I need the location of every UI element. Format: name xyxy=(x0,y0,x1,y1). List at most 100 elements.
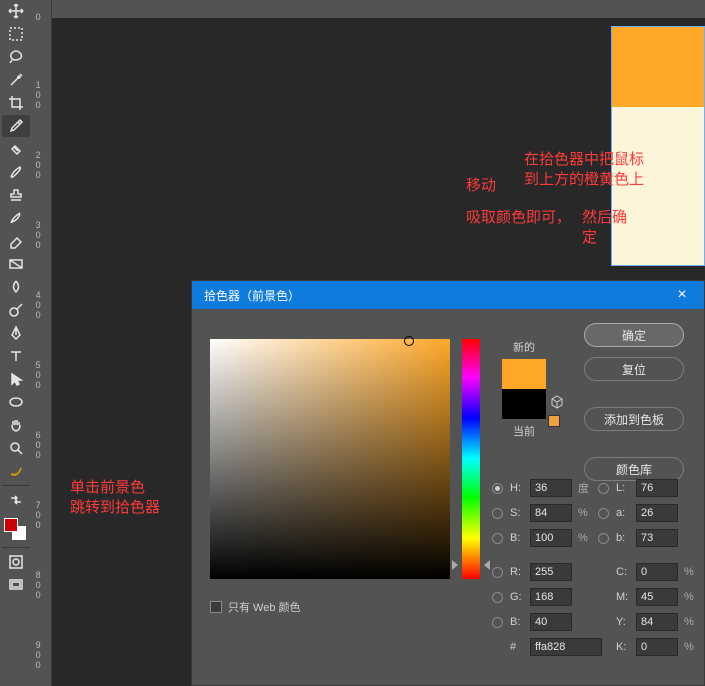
web-colors-only[interactable]: 只有 Web 颜色 xyxy=(210,599,301,615)
color-picker-title: 拾色器（前景色） xyxy=(204,287,300,304)
unit-M: % xyxy=(684,591,700,603)
swap-colors-icon[interactable] xyxy=(2,489,30,511)
reset-button[interactable]: 复位 xyxy=(584,357,684,381)
saturation-brightness-field[interactable] xyxy=(210,339,450,579)
hand-tool-icon[interactable] xyxy=(2,414,30,436)
annotation-instr-2: 到上方的橙黄色上 xyxy=(524,170,644,190)
cube-icon[interactable] xyxy=(550,395,564,409)
marquee-tool-icon[interactable] xyxy=(2,23,30,45)
label-R: R: xyxy=(510,566,526,578)
color-value-fields: H: 36 度 L: 76 S: 84 % a: 26 B: 100 % b: … xyxy=(492,479,692,656)
eraser-tool-icon[interactable] xyxy=(2,230,30,252)
wand-tool-icon[interactable] xyxy=(2,69,30,91)
unit-C: % xyxy=(684,566,700,578)
label-Brgb: B: xyxy=(510,616,526,628)
input-a[interactable]: 26 xyxy=(636,504,678,522)
radio-Bhsb[interactable] xyxy=(492,533,503,544)
radio-Brgb[interactable] xyxy=(492,617,503,628)
color-picker-titlebar[interactable]: 拾色器（前景色） × xyxy=(192,281,704,309)
screenmode-icon[interactable] xyxy=(2,574,30,596)
dodge-tool-icon[interactable] xyxy=(2,299,30,321)
crop-tool-icon[interactable] xyxy=(2,92,30,114)
radio-G[interactable] xyxy=(492,592,503,603)
input-Bhsb[interactable]: 100 xyxy=(530,529,572,547)
toolbar-separator xyxy=(2,547,30,548)
label-K: K: xyxy=(616,641,632,653)
input-G[interactable]: 168 xyxy=(530,588,572,606)
input-Y[interactable]: 84 xyxy=(636,613,678,631)
banana-tool-icon[interactable] xyxy=(2,460,30,482)
quickmask-icon[interactable] xyxy=(2,551,30,573)
brush-tool-icon[interactable] xyxy=(2,161,30,183)
picker-buttons: 确定 复位 添加到色板 颜色库 xyxy=(584,323,684,481)
annotation-instr-3: 吸取颜色即可， xyxy=(466,208,571,228)
label-C: C: xyxy=(616,566,632,578)
zoom-tool-icon[interactable] xyxy=(2,437,30,459)
toolbar-separator xyxy=(2,485,30,486)
gradient-tool-icon[interactable] xyxy=(2,253,30,275)
color-libraries-button[interactable]: 颜色库 xyxy=(584,457,684,481)
input-R[interactable]: 255 xyxy=(530,563,572,581)
annotation-foreground: 单击前景色 跳转到拾色器 xyxy=(70,478,160,519)
input-H[interactable]: 36 xyxy=(530,479,572,497)
unit-H: 度 xyxy=(578,480,594,496)
type-tool-icon[interactable] xyxy=(2,345,30,367)
new-color-swatch[interactable] xyxy=(502,359,546,389)
path-select-tool-icon[interactable] xyxy=(2,368,30,390)
close-icon[interactable]: × xyxy=(672,285,692,305)
label-Y: Y: xyxy=(616,616,632,628)
shape-tool-icon[interactable] xyxy=(2,391,30,413)
tools-panel xyxy=(0,0,32,686)
unit-Bhsb: % xyxy=(578,532,594,544)
input-Brgb[interactable]: 40 xyxy=(530,613,572,631)
sb-cursor-icon[interactable] xyxy=(404,336,414,346)
web-colors-checkbox[interactable] xyxy=(210,601,222,613)
label-hex: # xyxy=(510,641,526,653)
lasso-tool-icon[interactable] xyxy=(2,46,30,68)
blur-tool-icon[interactable] xyxy=(2,276,30,298)
unit-S: % xyxy=(578,507,594,519)
history-brush-tool-icon[interactable] xyxy=(2,207,30,229)
unit-Y: % xyxy=(684,616,700,628)
web-colors-label: 只有 Web 颜色 xyxy=(228,599,301,615)
radio-L[interactable] xyxy=(598,483,609,494)
input-K[interactable]: 0 xyxy=(636,638,678,656)
label-bLab: b: xyxy=(616,532,632,544)
annotation-instr-1: 在拾色器中把鼠标 xyxy=(524,150,644,170)
foreground-background-color[interactable] xyxy=(2,516,30,544)
input-S[interactable]: 84 xyxy=(530,504,572,522)
move-tool-icon[interactable] xyxy=(2,0,30,22)
stamp-tool-icon[interactable] xyxy=(2,184,30,206)
websafe-swatch[interactable] xyxy=(548,415,560,427)
foreground-color-swatch[interactable] xyxy=(4,518,18,532)
radio-S[interactable] xyxy=(492,508,503,519)
input-hex[interactable]: ffa828 xyxy=(530,638,602,656)
annotation-move: 移动 xyxy=(466,176,496,196)
input-L[interactable]: 76 xyxy=(636,479,678,497)
hue-slider[interactable] xyxy=(462,339,480,579)
current-color-label: 当前 xyxy=(494,423,554,439)
input-M[interactable]: 45 xyxy=(636,588,678,606)
orange-drip-graphic xyxy=(612,27,704,107)
label-L: L: xyxy=(616,482,632,494)
annotation-instr-4: 然后确 定 xyxy=(582,208,627,249)
ok-button[interactable]: 确定 xyxy=(584,323,684,347)
eyedropper-tool-icon[interactable] xyxy=(2,115,30,137)
current-color-swatch[interactable] xyxy=(502,389,546,419)
new-color-label: 新的 xyxy=(494,339,554,355)
label-M: M: xyxy=(616,591,632,603)
radio-H[interactable] xyxy=(492,483,503,494)
input-bLab[interactable]: 73 xyxy=(636,529,678,547)
add-swatch-button[interactable]: 添加到色板 xyxy=(584,407,684,431)
radio-bLab[interactable] xyxy=(598,533,609,544)
input-C[interactable]: 0 xyxy=(636,563,678,581)
label-a: a: xyxy=(616,507,632,519)
new-current-swatch: 新的 当前 xyxy=(494,339,554,439)
label-H: H: xyxy=(510,482,526,494)
unit-K: % xyxy=(684,641,700,653)
label-S: S: xyxy=(510,507,526,519)
pen-tool-icon[interactable] xyxy=(2,322,30,344)
healing-tool-icon[interactable] xyxy=(2,138,30,160)
radio-a[interactable] xyxy=(598,508,609,519)
radio-R[interactable] xyxy=(492,567,503,578)
